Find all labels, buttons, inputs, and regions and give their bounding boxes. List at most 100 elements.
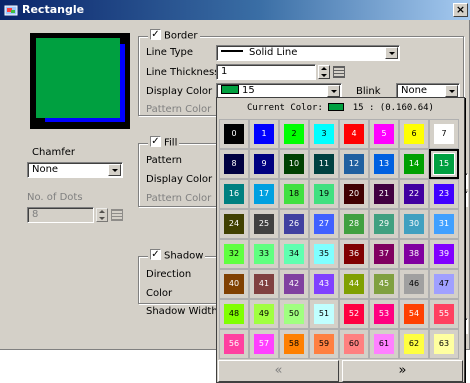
color-cell-32[interactable]: 32 <box>219 239 249 269</box>
shadow-color-label: Color <box>146 288 173 299</box>
title-bar[interactable]: Rectangle × <box>0 0 470 20</box>
color-swatch-61: 61 <box>374 334 394 354</box>
color-cell-50[interactable]: 50 <box>279 299 309 329</box>
color-cell-38[interactable]: 38 <box>399 239 429 269</box>
preview-fill <box>36 38 120 118</box>
color-cell-11[interactable]: 11 <box>309 149 339 179</box>
color-cell-44[interactable]: 44 <box>339 269 369 299</box>
color-cell-0[interactable]: 0 <box>219 119 249 149</box>
color-swatch-7: 7 <box>434 124 454 144</box>
close-button[interactable]: × <box>453 3 468 17</box>
color-cell-24[interactable]: 24 <box>219 209 249 239</box>
next-page-button[interactable]: » <box>342 360 463 382</box>
blink-value: None <box>401 85 428 96</box>
color-cell-29[interactable]: 29 <box>369 209 399 239</box>
chevron-down-icon[interactable] <box>445 85 458 97</box>
color-cell-28[interactable]: 28 <box>339 209 369 239</box>
chamfer-dropdown[interactable]: None <box>27 162 123 178</box>
color-cell-18[interactable]: 18 <box>279 179 309 209</box>
color-cell-9[interactable]: 9 <box>249 149 279 179</box>
color-cell-1[interactable]: 1 <box>249 119 279 149</box>
fill-checkbox[interactable]: ✓ Fill <box>148 136 180 149</box>
chevron-down-icon[interactable] <box>327 85 340 97</box>
color-swatch-33: 33 <box>254 244 274 264</box>
border-checkbox[interactable]: ✓ Border <box>148 29 200 42</box>
color-cell-20[interactable]: 20 <box>339 179 369 209</box>
color-cell-35[interactable]: 35 <box>309 239 339 269</box>
color-cell-6[interactable]: 6 <box>399 119 429 149</box>
color-cell-22[interactable]: 22 <box>399 179 429 209</box>
color-cell-10[interactable]: 10 <box>279 149 309 179</box>
color-cell-48[interactable]: 48 <box>219 299 249 329</box>
color-cell-52[interactable]: 52 <box>339 299 369 329</box>
previous-page-button[interactable]: « <box>218 360 339 382</box>
color-cell-37[interactable]: 37 <box>369 239 399 269</box>
color-cell-49[interactable]: 49 <box>249 299 279 329</box>
color-cell-46[interactable]: 46 <box>399 269 429 299</box>
color-cell-31[interactable]: 31 <box>429 209 459 239</box>
shadow-checkbox[interactable]: ✓ Shadow <box>148 249 206 262</box>
color-cell-58[interactable]: 58 <box>279 329 309 359</box>
color-cell-54[interactable]: 54 <box>399 299 429 329</box>
color-cell-36[interactable]: 36 <box>339 239 369 269</box>
color-cell-53[interactable]: 53 <box>369 299 399 329</box>
color-cell-43[interactable]: 43 <box>309 269 339 299</box>
keypad-icon[interactable] <box>111 209 123 221</box>
color-cell-2[interactable]: 2 <box>279 119 309 149</box>
color-cell-61[interactable]: 61 <box>369 329 399 359</box>
keypad-icon[interactable] <box>333 66 345 78</box>
color-cell-57[interactable]: 57 <box>249 329 279 359</box>
color-cell-4[interactable]: 4 <box>339 119 369 149</box>
no-of-dots-input[interactable]: 8 <box>27 207 94 223</box>
shadow-width-label: Shadow Width <box>146 306 218 317</box>
color-cell-63[interactable]: 63 <box>429 329 459 359</box>
color-cell-25[interactable]: 25 <box>249 209 279 239</box>
shadow-direction-label: Direction <box>146 269 192 280</box>
color-cell-62[interactable]: 62 <box>399 329 429 359</box>
line-thickness-label: Line Thickness <box>146 67 220 78</box>
color-cell-39[interactable]: 39 <box>429 239 459 269</box>
color-cell-60[interactable]: 60 <box>339 329 369 359</box>
color-cell-55[interactable]: 55 <box>429 299 459 329</box>
line-thickness-spinner[interactable] <box>318 65 330 79</box>
color-cell-34[interactable]: 34 <box>279 239 309 269</box>
chevron-down-icon[interactable] <box>108 164 121 176</box>
color-cell-33[interactable]: 33 <box>249 239 279 269</box>
color-cell-40[interactable]: 40 <box>219 269 249 299</box>
color-swatch-0: 0 <box>224 124 244 144</box>
color-cell-15[interactable]: 15 <box>429 149 459 179</box>
chevron-down-icon[interactable] <box>385 47 398 59</box>
color-cell-51[interactable]: 51 <box>309 299 339 329</box>
color-swatch-47: 47 <box>434 274 454 294</box>
color-cell-3[interactable]: 3 <box>309 119 339 149</box>
color-cell-13[interactable]: 13 <box>369 149 399 179</box>
window-title: Rectangle <box>22 3 85 16</box>
color-cell-8[interactable]: 8 <box>219 149 249 179</box>
line-type-dropdown[interactable]: Solid Line <box>216 45 400 61</box>
color-cell-19[interactable]: 19 <box>309 179 339 209</box>
color-cell-21[interactable]: 21 <box>369 179 399 209</box>
color-swatch-62: 62 <box>404 334 424 354</box>
line-thickness-input[interactable]: 1 <box>216 64 316 80</box>
color-cell-16[interactable]: 16 <box>219 179 249 209</box>
color-cell-27[interactable]: 27 <box>309 209 339 239</box>
current-color-swatch <box>328 102 345 111</box>
color-swatch-59: 59 <box>314 334 334 354</box>
color-cell-30[interactable]: 30 <box>399 209 429 239</box>
color-cell-17[interactable]: 17 <box>249 179 279 209</box>
color-cell-5[interactable]: 5 <box>369 119 399 149</box>
color-cell-12[interactable]: 12 <box>339 149 369 179</box>
color-cell-7[interactable]: 7 <box>429 119 459 149</box>
color-cell-14[interactable]: 14 <box>399 149 429 179</box>
color-cell-47[interactable]: 47 <box>429 269 459 299</box>
color-cell-26[interactable]: 26 <box>279 209 309 239</box>
color-swatch-10: 10 <box>284 154 304 174</box>
color-cell-23[interactable]: 23 <box>429 179 459 209</box>
color-cell-59[interactable]: 59 <box>309 329 339 359</box>
color-cell-56[interactable]: 56 <box>219 329 249 359</box>
color-cell-45[interactable]: 45 <box>369 269 399 299</box>
color-cell-42[interactable]: 42 <box>279 269 309 299</box>
color-cell-41[interactable]: 41 <box>249 269 279 299</box>
fill-display-color-label: Display Color <box>146 174 213 185</box>
no-of-dots-spinner[interactable] <box>96 208 108 222</box>
